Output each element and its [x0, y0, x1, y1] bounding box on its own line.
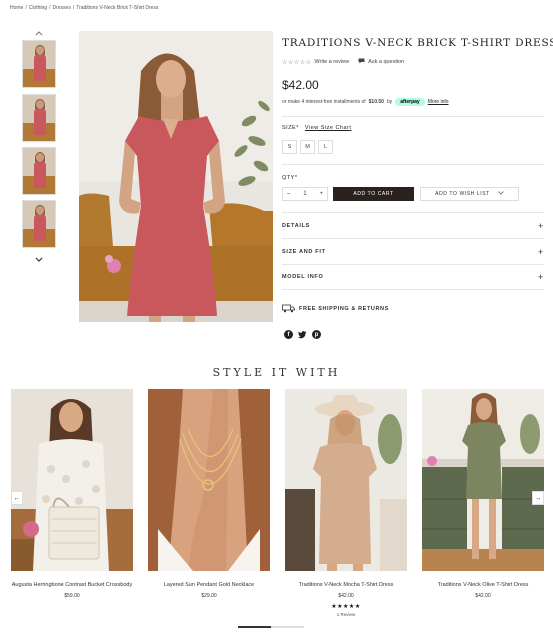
size-label-row: SIZE* View Size Chart	[282, 125, 351, 131]
ask-question-link[interactable]: Ask a question	[368, 59, 404, 65]
qty-decrement-button[interactable]: –	[287, 191, 290, 197]
qty-value[interactable]: 1	[303, 191, 306, 197]
installments-row: or make 4 interest-free installments of …	[282, 98, 449, 106]
rating-row: ☆☆☆☆☆ Write a review Ask a question	[282, 58, 404, 66]
accordion-details[interactable]: DETAILS +	[282, 212, 544, 238]
rating-stars: ☆☆☆☆☆	[282, 59, 312, 66]
product-card-image[interactable]: →	[422, 389, 544, 571]
style-it-with-title: STYLE IT WITH	[212, 366, 341, 379]
product-card-price: $42.00	[475, 593, 491, 599]
chat-bubble-icon	[358, 58, 365, 66]
afterpay-logo: afterpay	[395, 98, 425, 106]
product-card-3[interactable]: Traditions V-Neck Mocha T-Shirt Dress $4…	[285, 389, 407, 617]
product-price: $42.00	[282, 78, 319, 92]
product-card-image[interactable]: ←	[11, 389, 133, 571]
plus-icon: +	[538, 220, 544, 231]
product-card-2[interactable]: Layered Sun Pendant Gold Necklace $29.00	[148, 389, 270, 599]
product-card-4[interactable]: → Traditions V-Neck Olive T-Shirt Dress …	[422, 389, 544, 599]
product-card-name[interactable]: Traditions V-Neck Olive T-Shirt Dress	[422, 582, 544, 588]
free-shipping-banner: FREE SHIPPING & RETURNS	[282, 304, 389, 313]
thumbnail-2[interactable]	[22, 94, 56, 142]
product-card-name[interactable]: Augusta Herringbone Contrast Bucket Cros…	[11, 582, 133, 588]
truck-icon	[282, 304, 295, 313]
product-card-name[interactable]: Layered Sun Pendant Gold Necklace	[148, 582, 270, 588]
size-label: SIZE*	[282, 125, 299, 131]
thumbnail-3[interactable]	[22, 147, 56, 195]
product-card-price: $42.00	[338, 593, 354, 599]
quantity-stepper[interactable]: – 1 +	[282, 187, 328, 201]
twitter-icon[interactable]	[298, 330, 307, 339]
qty-label: QTY*	[282, 175, 298, 181]
facebook-icon[interactable]: f	[284, 330, 293, 339]
pinterest-icon[interactable]: p	[312, 330, 321, 339]
social-share: f p	[284, 330, 321, 339]
size-option-s[interactable]: S	[282, 140, 297, 154]
chevron-down-icon[interactable]	[20, 254, 58, 264]
add-to-cart-button[interactable]: ADD TO CART	[333, 187, 414, 201]
plus-icon: +	[538, 272, 544, 282]
size-chart-link[interactable]: View Size Chart	[305, 125, 352, 131]
carousel-prev-button[interactable]: ←	[11, 491, 23, 505]
product-card-price: $29.00	[201, 593, 217, 599]
size-option-l[interactable]: L	[318, 140, 333, 154]
divider	[282, 164, 544, 165]
breadcrumb-clothing[interactable]: Clothing	[29, 5, 47, 11]
installment-by: by	[386, 99, 393, 105]
carousel-next-button[interactable]: →	[532, 491, 544, 505]
size-options: S M L	[282, 140, 333, 154]
breadcrumb-home[interactable]: Home	[10, 5, 23, 11]
size-option-m[interactable]: M	[300, 140, 315, 154]
accordion-model-info[interactable]: MODEL INFO +	[282, 264, 544, 290]
carousel-pager[interactable]	[238, 626, 304, 628]
thumbnail-rail	[20, 28, 58, 38]
product-card-image[interactable]	[148, 389, 270, 571]
breadcrumb-current: Traditions V-Neck Brick T-Shirt Dress	[76, 5, 159, 11]
accordion-size-and-fit[interactable]: SIZE AND FIT +	[282, 238, 544, 264]
installments-text: or make 4 interest-free installments of	[282, 99, 366, 105]
plus-icon: +	[538, 246, 544, 257]
product-title: Traditions V-Neck Brick T-Shirt Dress	[282, 37, 553, 49]
thumbnail-1[interactable]	[22, 40, 56, 88]
divider	[282, 116, 544, 117]
breadcrumb-dresses[interactable]: Dresses	[52, 5, 70, 11]
product-card-price: $59.00	[64, 593, 80, 599]
product-card-1[interactable]: ← Augusta Herringbone Contrast Bucket Cr…	[11, 389, 133, 599]
write-review-link[interactable]: Write a review	[314, 59, 349, 65]
chevron-down-icon	[498, 191, 504, 197]
product-card-name[interactable]: Traditions V-Neck Mocha T-Shirt Dress	[285, 582, 407, 588]
product-card-image[interactable]	[285, 389, 407, 571]
wishlist-label: ADD TO WISH LIST	[435, 191, 490, 197]
breadcrumb: Home / Clothing / Dresses / Traditions V-Neck …	[10, 5, 159, 11]
product-card-stars: ★★★★★	[331, 604, 361, 610]
carousel-pager-active	[238, 626, 271, 628]
chevron-up-icon[interactable]	[20, 28, 58, 38]
add-to-wishlist-button[interactable]: ADD TO WISH LIST	[420, 187, 519, 201]
product-card-reviews[interactable]: 1 Review	[285, 612, 407, 617]
qty-increment-button[interactable]: +	[319, 191, 323, 197]
thumbnail-4[interactable]	[22, 200, 56, 248]
installment-amount: $10.50	[368, 99, 384, 105]
main-product-image	[79, 31, 273, 322]
more-info-link[interactable]: More info	[428, 99, 449, 105]
